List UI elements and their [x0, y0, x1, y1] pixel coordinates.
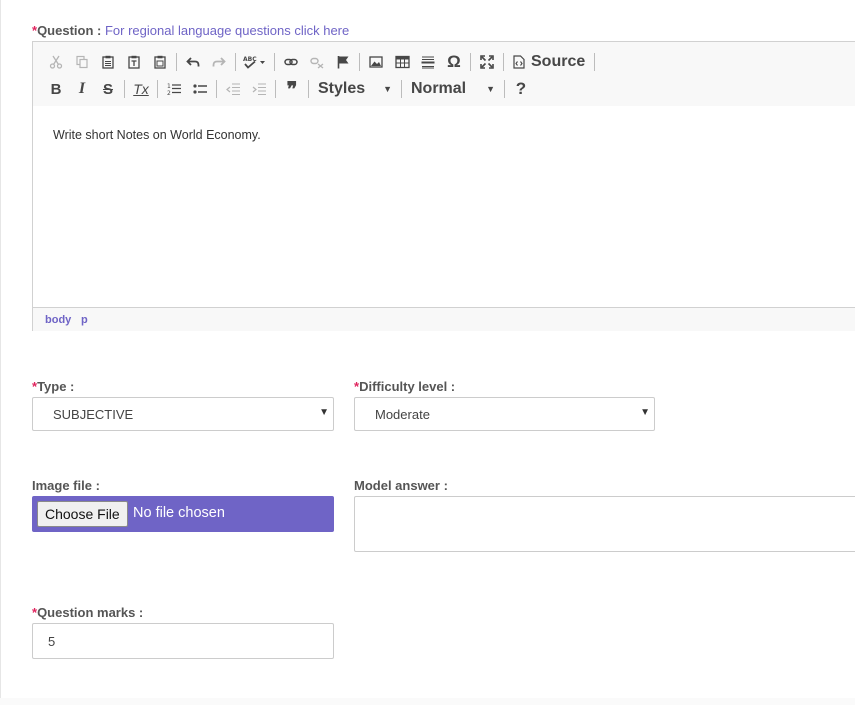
help-icon[interactable]: ? — [508, 77, 534, 101]
bold-button[interactable]: B — [43, 77, 69, 101]
paste-word-icon[interactable] — [147, 50, 173, 74]
bottom-edge — [0, 698, 855, 705]
image-icon[interactable] — [363, 50, 389, 74]
maximize-icon[interactable] — [474, 50, 500, 74]
rich-text-editor: ABC Ω Source B I S Tx 1 2 ❞ Styles ▼ Nor… — [32, 41, 855, 331]
path-item-body[interactable]: body — [45, 314, 71, 326]
italic-button[interactable]: I — [69, 77, 95, 101]
cut-icon[interactable] — [43, 50, 69, 74]
model-answer-textarea[interactable] — [354, 496, 855, 552]
question-label: *Question : For regional language questi… — [32, 23, 349, 38]
toolbar-separator — [176, 53, 177, 71]
question-marks-input[interactable]: 5 — [32, 623, 334, 659]
editor-toolbar: ABC Ω Source B I S Tx 1 2 ❞ Styles ▼ Nor… — [33, 42, 855, 107]
format-dropdown[interactable]: Normal ▼ — [405, 80, 501, 98]
difficulty-select[interactable]: Moderate ▼ — [354, 397, 655, 431]
styles-dropdown-label: Styles — [318, 80, 366, 97]
anchor-flag-icon[interactable] — [330, 50, 356, 74]
svg-text:1: 1 — [167, 83, 171, 90]
paste-icon[interactable] — [95, 50, 121, 74]
image-file-label: Image file : — [32, 478, 100, 493]
difficulty-label-text: Difficulty level : — [359, 379, 456, 394]
link-icon[interactable] — [278, 50, 304, 74]
numbered-list-icon[interactable]: 12 — [161, 77, 187, 101]
chevron-down-icon: ▼ — [383, 84, 392, 94]
editor-content-text[interactable]: Write short Notes on World Economy. — [53, 128, 261, 142]
spellcheck-icon[interactable]: ABC — [239, 50, 271, 74]
styles-dropdown[interactable]: Styles ▼ — [312, 80, 398, 98]
source-button[interactable]: Source — [507, 53, 591, 71]
copy-icon[interactable] — [69, 50, 95, 74]
toolbar-separator — [503, 53, 504, 71]
toolbar-separator — [157, 80, 158, 98]
table-icon[interactable] — [389, 50, 415, 74]
chevron-down-icon: ▼ — [319, 407, 329, 418]
type-label: *Type : — [32, 379, 74, 394]
choose-file-button[interactable]: Choose File — [37, 501, 128, 527]
toolbar-separator — [308, 80, 309, 98]
toolbar-separator — [504, 80, 505, 98]
question-marks-value: 5 — [48, 634, 56, 649]
chevron-down-icon: ▼ — [640, 407, 650, 418]
question-marks-label: *Question marks : — [32, 605, 143, 620]
file-status-text: No file chosen — [133, 505, 225, 521]
type-select-value: SUBJECTIVE — [53, 407, 134, 422]
special-char-icon[interactable]: Ω — [441, 50, 467, 74]
toolbar-row-1: ABC Ω Source — [43, 49, 598, 75]
question-label-text: Question : — [37, 23, 102, 38]
source-label: Source — [531, 53, 586, 70]
chevron-down-icon: ▼ — [486, 84, 495, 94]
editor-element-path: body p — [33, 307, 855, 331]
editor-content-area[interactable]: Write short Notes on World Economy. — [33, 106, 855, 307]
toolbar-separator — [235, 53, 236, 71]
toolbar-separator — [401, 80, 402, 98]
paste-text-icon[interactable] — [121, 50, 147, 74]
toolbar-separator — [594, 53, 596, 71]
increase-indent-icon[interactable] — [246, 77, 272, 101]
horizontal-line-icon[interactable] — [415, 50, 441, 74]
remove-format-button[interactable]: Tx — [128, 77, 154, 101]
strikethrough-button[interactable]: S — [95, 77, 121, 101]
regional-language-link[interactable]: For regional language questions click he… — [105, 23, 349, 38]
difficulty-label: *Difficulty level : — [354, 379, 455, 394]
format-dropdown-label: Normal — [411, 80, 467, 97]
svg-text:2: 2 — [167, 90, 171, 96]
model-answer-label: Model answer : — [354, 478, 448, 493]
image-file-input[interactable]: Choose File No file chosen — [32, 496, 334, 532]
toolbar-separator — [359, 53, 360, 71]
left-border — [0, 0, 1, 698]
question-marks-label-text: Question marks : — [37, 605, 144, 620]
type-label-text: Type : — [37, 379, 75, 394]
toolbar-separator — [124, 80, 125, 98]
difficulty-select-value: Moderate — [375, 407, 430, 422]
toolbar-separator — [275, 80, 276, 98]
toolbar-separator — [216, 80, 217, 98]
toolbar-separator — [274, 53, 275, 71]
bulleted-list-icon[interactable] — [187, 77, 213, 101]
undo-icon[interactable] — [180, 50, 206, 74]
source-icon — [513, 55, 525, 69]
path-item-p[interactable]: p — [81, 314, 88, 326]
redo-icon[interactable] — [206, 50, 232, 74]
blockquote-icon[interactable]: ❞ — [279, 77, 305, 101]
toolbar-row-2: B I S Tx 12 ❞ Styles ▼ Normal ▼ ? — [43, 76, 534, 102]
unlink-icon[interactable] — [304, 50, 330, 74]
decrease-indent-icon[interactable] — [220, 77, 246, 101]
type-select[interactable]: SUBJECTIVE ▼ — [32, 397, 334, 431]
toolbar-separator — [470, 53, 471, 71]
